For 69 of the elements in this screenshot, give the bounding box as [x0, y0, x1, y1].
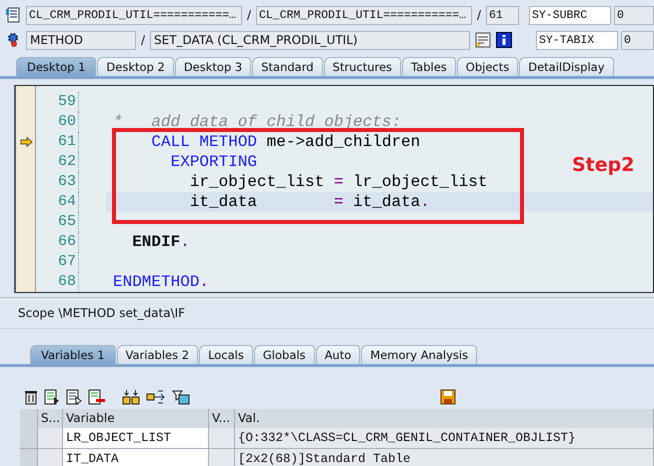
table-cell	[209, 428, 235, 449]
desktop-tab[interactable]: Tables	[402, 57, 456, 76]
variables-tab[interactable]: Variables 2	[116, 345, 198, 364]
line-number: 65	[36, 212, 79, 232]
event-field[interactable]: SET_DATA (CL_CRM_PRODIL_UTIL)	[150, 30, 470, 50]
code-line: EXPORTING	[170, 153, 258, 171]
line-number: 60	[36, 112, 79, 132]
desktop-tab[interactable]: DetailDisplay	[519, 57, 614, 76]
desktop-tab[interactable]: Structures	[324, 57, 402, 76]
arrows-icon[interactable]	[146, 389, 166, 405]
stack-icon[interactable]	[122, 389, 140, 405]
desktop-tab[interactable]: Desktop 1	[16, 57, 96, 76]
program-field[interactable]: CL_CRM_PRODIL_UTIL===========…	[256, 6, 472, 24]
table-cell: IT_DATA	[63, 449, 209, 466]
info-icon[interactable]	[496, 32, 512, 48]
desktop-tab[interactable]: Desktop 3	[174, 57, 252, 76]
step-label: Step2	[572, 154, 634, 176]
save-icon[interactable]	[440, 389, 456, 405]
include-field[interactable]: CL_CRM_PRODIL_UTIL===========…	[26, 6, 242, 24]
desktop-tab[interactable]: Standard	[252, 57, 323, 76]
gear-icon	[6, 32, 20, 48]
code-line: ENDMETHOD.	[113, 273, 210, 291]
table-cell	[38, 449, 63, 466]
line-number: 59	[36, 92, 79, 112]
line-number: 63	[36, 172, 79, 192]
document-icon	[6, 7, 20, 23]
line-number: 68	[36, 272, 79, 292]
desktop-tab[interactable]: Desktop 2	[97, 57, 174, 76]
line-number: 66	[36, 232, 79, 252]
system-field-name[interactable]: SY-SUBRC	[529, 6, 611, 24]
variables-tab[interactable]: Globals	[254, 345, 315, 364]
system-field-value[interactable]: 0	[614, 6, 654, 24]
list-icon[interactable]	[475, 32, 491, 48]
column-header[interactable]: V...	[209, 409, 235, 428]
variables-tab[interactable]: Memory Analysis	[361, 345, 478, 364]
code-line: CALL METHOD me->add_children	[150, 133, 420, 151]
table-cell	[38, 428, 63, 449]
separator-text: /	[476, 8, 482, 22]
line-number: 64	[36, 192, 79, 212]
variables-tab[interactable]: Variables 1	[30, 345, 116, 364]
separator-text: /	[140, 33, 146, 47]
variables-tab[interactable]: Auto	[316, 345, 360, 364]
variables-tab[interactable]: Locals	[199, 345, 253, 364]
filter-icon[interactable]	[172, 389, 190, 405]
table-cell: LR_OBJECT_LIST	[63, 428, 209, 449]
line-field[interactable]: 61	[486, 6, 519, 24]
trash-icon[interactable]	[24, 389, 38, 405]
document-icon[interactable]	[66, 389, 82, 405]
code-line: ENDIF.	[131, 233, 190, 251]
code-line: ir_object_list = lr_object_list	[188, 173, 488, 191]
document-icon[interactable]	[44, 389, 60, 405]
code-line: it_data = it_data.	[188, 193, 430, 211]
desktop-tab[interactable]: Objects	[456, 57, 518, 76]
column-header[interactable]: Val.	[235, 409, 654, 428]
code-line: * add data of child objects:	[113, 113, 402, 131]
table-cell: [2x2(68)]Standard Table	[235, 449, 654, 466]
system-field-value[interactable]: 0	[621, 30, 654, 50]
line-number: 62	[36, 152, 79, 172]
table-cell	[209, 449, 235, 466]
system-field-name[interactable]: SY-TABIX	[536, 30, 618, 50]
line-number: 61	[36, 132, 79, 152]
table-cell: {O:332*\CLASS=CL_CRM_GENIL_CONTAINER_OBJLIST}	[235, 428, 654, 449]
separator-text: /	[246, 8, 252, 22]
column-header[interactable]: Variable	[63, 409, 209, 428]
line-number: 67	[36, 252, 79, 272]
document-remove-icon[interactable]	[88, 389, 106, 405]
event-type-field[interactable]: METHOD	[26, 30, 136, 50]
column-header[interactable]: S...	[38, 409, 63, 428]
scope-text: Scope \METHOD set_data\IF	[0, 297, 654, 328]
